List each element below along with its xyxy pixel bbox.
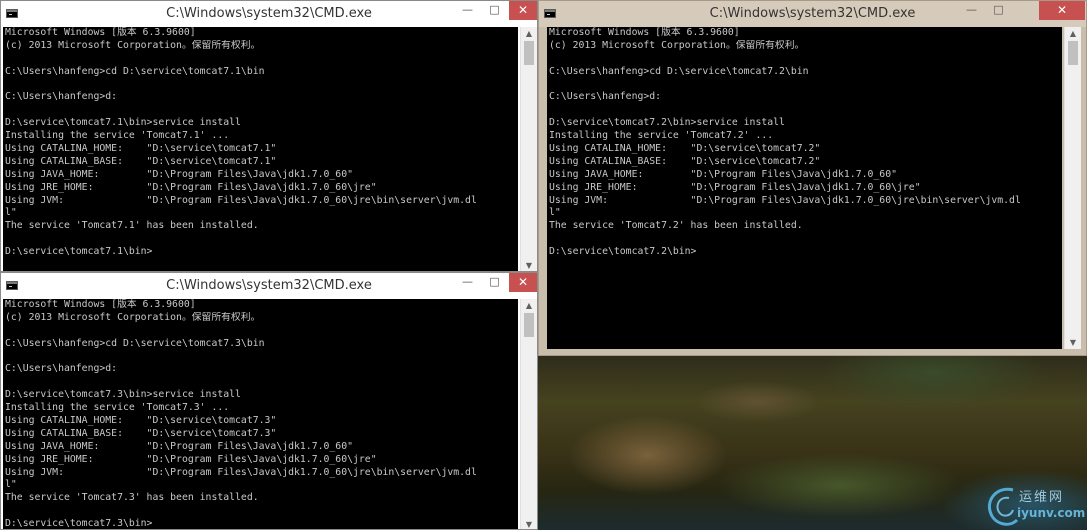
console-line: (c) 2013 Microsoft Corporation。保留所有权利。 [549,39,805,51]
minimize-button[interactable]: — [958,1,985,20]
cmd-window-tomcat7-3[interactable]: C:\Windows\system32\CMD.exe — □ ✕ Micros… [0,272,538,530]
console-line: Using CATALINA_HOME: "D:\service\tomcat7… [5,415,277,427]
console-output[interactable]: Microsoft Windows [版本 6.3.9600] (c) 2013 … [3,299,518,530]
console-line: Installing the service 'Tomcat7.2' ... [549,130,774,142]
console-line: D:\service\tomcat7.1\bin>service install [5,117,241,129]
title-bar[interactable]: C:\Windows\system32\CMD.exe — □ ✕ [1,273,537,299]
console-line: D:\service\tomcat7.2\bin>service install [549,117,785,129]
console-line: Installing the service 'Tomcat7.3' ... [5,402,230,414]
console-line: Using JAVA_HOME: "D:\Program Files\Java\… [549,168,897,180]
console-line: Using JRE_HOME: "D:\Program Files\Java\j… [5,181,377,193]
scrollbar-thumb[interactable] [524,41,534,65]
watermark-url: iyunv.com [1017,506,1086,520]
console-line: C:\Users\hanfeng>cd D:\service\tomcat7.3… [5,337,265,349]
console-output[interactable]: Microsoft Windows [版本 6.3.9600] (c) 2013 … [3,27,518,271]
title-bar[interactable]: C:\Windows\system32\CMD.exe — □ ✕ [539,1,1086,27]
title-bar[interactable]: C:\Windows\system32\CMD.exe — □ ✕ [1,1,537,27]
console-line: C:\Users\hanfeng>d: [5,363,118,375]
console-line: Using JRE_HOME: "D:\Program Files\Java\j… [549,181,921,193]
close-button[interactable]: ✕ [509,1,537,20]
scrollbar-thumb[interactable] [524,313,534,337]
console-line: Using JAVA_HOME: "D:\Program Files\Java\… [5,168,353,180]
console-line: C:\Users\hanfeng>d: [5,91,118,103]
close-button[interactable]: ✕ [1039,1,1085,20]
console-line: l" [5,479,17,491]
console-line: Microsoft Windows [版本 6.3.9600] [5,27,196,38]
watermark-logo: 运维网 iyunv.com [983,482,1087,530]
console-line: C:\Users\hanfeng>cd D:\service\tomcat7.2… [549,65,809,77]
scroll-up-icon[interactable]: ▲ [1065,27,1081,40]
console-line: Using JAVA_HOME: "D:\Program Files\Java\… [5,440,353,452]
scroll-up-icon[interactable]: ▲ [521,299,537,312]
console-line: D:\service\tomcat7.2\bin> [549,246,697,258]
vertical-scrollbar[interactable]: ▲ ▼ [520,299,537,529]
console-line: Microsoft Windows [版本 6.3.9600] [5,299,196,310]
console-line: l" [5,207,17,219]
console-line: Using JVM: "D:\Program Files\Java\jdk1.7… [5,466,477,478]
console-line: D:\service\tomcat7.1\bin> [5,246,153,258]
console-line: (c) 2013 Microsoft Corporation。保留所有权利。 [5,39,261,51]
scroll-down-icon[interactable]: ▼ [521,259,537,271]
console-line: C:\Users\hanfeng>d: [549,91,662,103]
console-line: (c) 2013 Microsoft Corporation。保留所有权利。 [5,311,261,323]
maximize-button[interactable]: □ [985,1,1012,20]
console-line: Microsoft Windows [版本 6.3.9600] [549,27,740,38]
console-line: Using CATALINA_HOME: "D:\service\tomcat7… [549,143,821,155]
console-line: l" [549,207,561,219]
console-line: The service 'Tomcat7.1' has been install… [5,220,259,232]
desktop: 运维网 iyunv.com C:\Windows\system32\CMD.ex… [0,0,1087,530]
console-line: Using JVM: "D:\Program Files\Java\jdk1.7… [549,194,1021,206]
console-line: The service 'Tomcat7.2' has been install… [549,220,803,232]
console-line: C:\Users\hanfeng>cd D:\service\tomcat7.1… [5,65,265,77]
console-line: Using JVM: "D:\Program Files\Java\jdk1.7… [5,194,477,206]
console-line: Installing the service 'Tomcat7.1' ... [5,130,230,142]
scrollbar-thumb[interactable] [1068,41,1078,65]
minimize-button[interactable]: — [454,1,481,20]
console-line: Using JRE_HOME: "D:\Program Files\Java\j… [5,453,377,465]
console-line: Using CATALINA_BASE: "D:\service\tomcat7… [549,155,821,167]
maximize-button[interactable]: □ [481,273,508,292]
watermark-text: 运维网 [1019,490,1065,505]
vertical-scrollbar[interactable]: ▲ ▼ [520,27,537,271]
console-line: D:\service\tomcat7.3\bin>service install [5,389,241,401]
minimize-button[interactable]: — [454,273,481,292]
cmd-window-tomcat7-1[interactable]: C:\Windows\system32\CMD.exe — □ ✕ Micros… [0,0,538,272]
scroll-up-icon[interactable]: ▲ [521,27,537,40]
console-line: Using CATALINA_BASE: "D:\service\tomcat7… [5,427,277,439]
close-button[interactable]: ✕ [509,273,537,292]
scroll-down-icon[interactable]: ▼ [1065,336,1081,349]
vertical-scrollbar[interactable]: ▲ ▼ [1064,27,1081,349]
console-output[interactable]: Microsoft Windows [版本 6.3.9600] (c) 2013 … [547,27,1062,349]
console-line: The service 'Tomcat7.3' has been install… [5,492,259,504]
maximize-button[interactable]: □ [481,1,508,20]
cmd-window-tomcat7-2[interactable]: C:\Windows\system32\CMD.exe — □ ✕ Micros… [538,0,1087,356]
console-line: Using CATALINA_HOME: "D:\service\tomcat7… [5,143,277,155]
console-line: D:\service\tomcat7.3\bin> [5,518,153,530]
scroll-down-icon[interactable]: ▼ [521,518,537,529]
console-line: Using CATALINA_BASE: "D:\service\tomcat7… [5,155,277,167]
